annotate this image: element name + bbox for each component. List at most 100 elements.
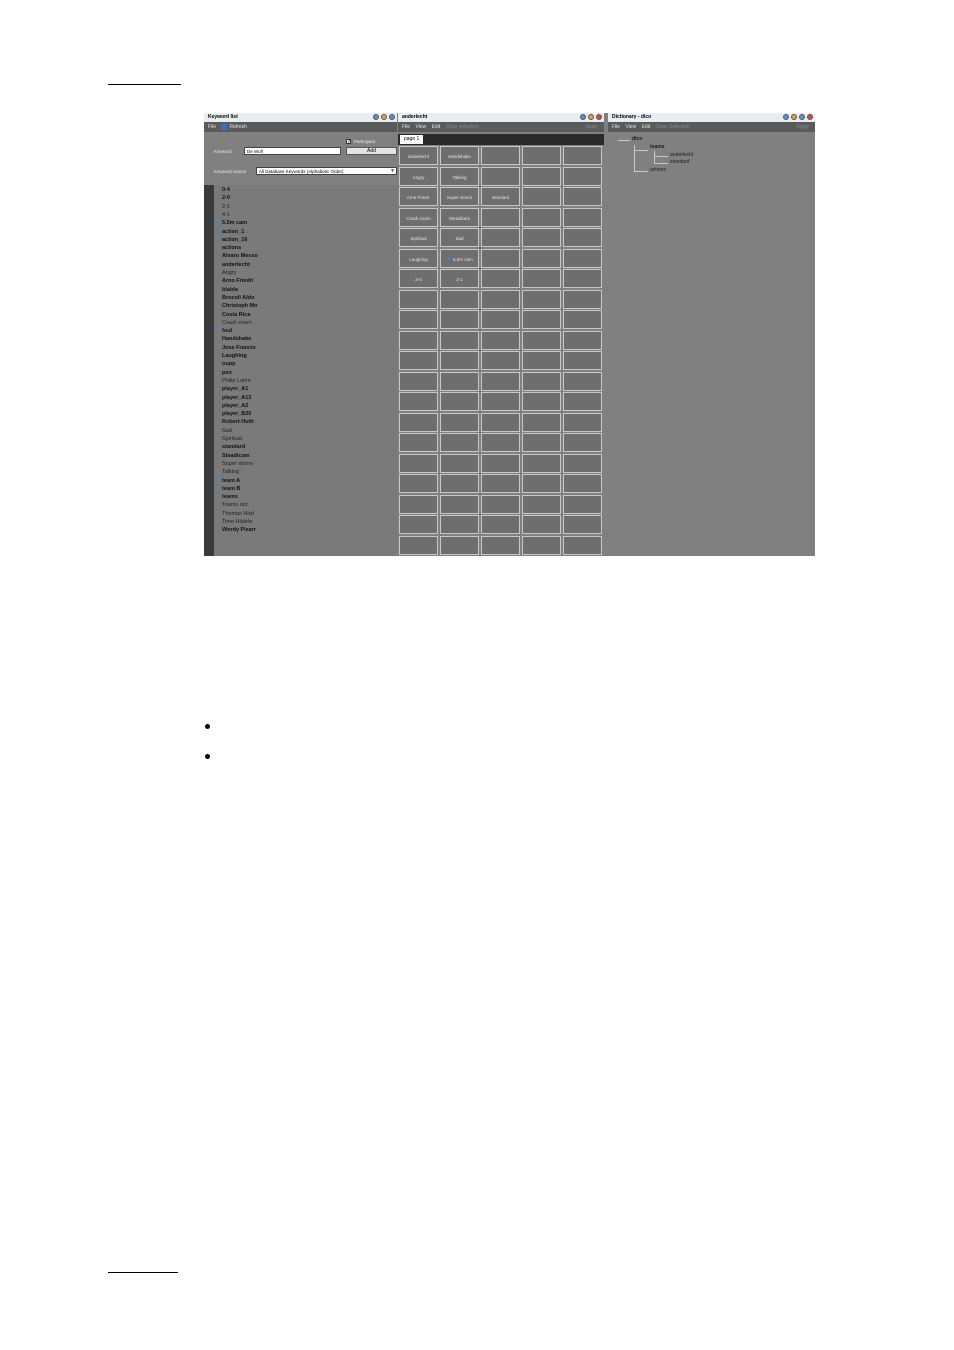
- grid-cell[interactable]: [481, 535, 520, 555]
- grid-cell[interactable]: [522, 392, 561, 411]
- grid-cell[interactable]: [440, 351, 479, 370]
- menu-file[interactable]: File: [402, 124, 410, 130]
- grid-cell[interactable]: [563, 187, 602, 206]
- keyword-item[interactable]: action_1: [222, 228, 244, 236]
- grid-cell[interactable]: [563, 166, 602, 186]
- grid-cell[interactable]: Handshake: [440, 146, 479, 165]
- grid-cell[interactable]: [399, 310, 438, 329]
- grid-cell[interactable]: [440, 433, 479, 452]
- keyword-item[interactable]: action_16: [222, 236, 247, 244]
- keyword-item[interactable]: Wordy Pizarr: [222, 526, 256, 534]
- grid-cell[interactable]: [481, 392, 520, 411]
- minimize-icon[interactable]: [381, 114, 387, 120]
- grid-cell[interactable]: [440, 474, 479, 493]
- grid-cell[interactable]: 2-0: [399, 269, 438, 288]
- menu-clear-selection[interactable]: Clear Selection: [656, 124, 690, 130]
- grid-cell[interactable]: [563, 474, 602, 493]
- grid-cell[interactable]: [522, 207, 561, 227]
- menu-view[interactable]: View: [415, 124, 426, 130]
- grid-cell[interactable]: [563, 412, 602, 432]
- tab-page-1[interactable]: page 1: [400, 135, 424, 144]
- menu-refresh[interactable]: Refresh: [229, 124, 247, 130]
- chevron-down-icon[interactable]: ▼: [390, 168, 395, 175]
- grid-cell[interactable]: [563, 146, 602, 165]
- grid-cell[interactable]: [440, 371, 479, 391]
- keyword-item[interactable]: Steadicam: [222, 452, 250, 460]
- grid-cell[interactable]: [481, 433, 520, 452]
- grid-cell[interactable]: [481, 166, 520, 186]
- keyword-item[interactable]: Sad: [222, 427, 232, 435]
- grid-cell[interactable]: [481, 207, 520, 227]
- grid-cell[interactable]: [522, 433, 561, 452]
- grid-cell[interactable]: Super slomo: [440, 187, 479, 206]
- add-button[interactable]: Add: [346, 147, 397, 155]
- grid-cell[interactable]: [563, 351, 602, 370]
- tree-node-standard[interactable]: standard: [670, 159, 689, 165]
- keyword-item[interactable]: Brocoli Aldo: [222, 294, 255, 302]
- grid-cell[interactable]: [440, 412, 479, 432]
- menu-clear-selection[interactable]: Clear selection: [446, 124, 479, 130]
- grid-cell[interactable]: [481, 474, 520, 493]
- grid-cell[interactable]: [563, 207, 602, 227]
- grid-cell[interactable]: [440, 453, 479, 473]
- keyword-item[interactable]: foul: [222, 327, 232, 335]
- menu-edit[interactable]: Edit: [642, 124, 651, 130]
- grid-cell[interactable]: [481, 371, 520, 391]
- grid-cell[interactable]: anderlecht: [399, 146, 438, 165]
- restore-icon[interactable]: [799, 114, 805, 120]
- grid-cell[interactable]: [563, 289, 602, 309]
- grid-cell[interactable]: [522, 535, 561, 555]
- keyword-item[interactable]: Teams out: [222, 501, 247, 509]
- menu-edit[interactable]: Edit: [432, 124, 441, 130]
- keyword-item[interactable]: team B: [222, 485, 240, 493]
- grid-cell[interactable]: Angry: [399, 166, 438, 186]
- keyword-item[interactable]: pen: [222, 369, 232, 377]
- keyword-item[interactable]: 4-1: [222, 211, 230, 219]
- close-icon[interactable]: [807, 114, 813, 120]
- keyword-item[interactable]: Christoph Mo: [222, 302, 257, 310]
- keyword-item[interactable]: 0-4: [222, 186, 230, 194]
- keyword-item[interactable]: Philip Lahm: [222, 377, 251, 385]
- grid-cell[interactable]: [440, 310, 479, 329]
- grid-cell[interactable]: [522, 330, 561, 350]
- grid-cell[interactable]: [522, 289, 561, 309]
- grid-cell[interactable]: [440, 330, 479, 350]
- grid-cell[interactable]: ✦ 5.5m cam: [440, 248, 479, 268]
- grid-cell[interactable]: Spiritual: [399, 228, 438, 247]
- tree-node-actions[interactable]: actions: [650, 167, 666, 173]
- grid-cell[interactable]: [481, 351, 520, 370]
- grid-cell[interactable]: [522, 371, 561, 391]
- grid-cell[interactable]: [481, 228, 520, 247]
- grid-cell[interactable]: [563, 392, 602, 411]
- keyword-item[interactable]: Alvaro Messo: [222, 252, 258, 260]
- grid-cell[interactable]: [563, 453, 602, 473]
- grid-cell[interactable]: [563, 310, 602, 329]
- grid-cell[interactable]: [399, 412, 438, 432]
- keyword-item[interactable]: Jose Francis: [222, 344, 256, 352]
- help-icon[interactable]: [580, 114, 586, 120]
- grid-cell[interactable]: [563, 228, 602, 247]
- grid-cell[interactable]: [563, 494, 602, 514]
- grid-cell[interactable]: [440, 392, 479, 411]
- grid-cell[interactable]: [481, 146, 520, 165]
- keyword-source-select[interactable]: All Database Keywords (Alphabetic Order)…: [256, 167, 397, 175]
- grid-cell[interactable]: [522, 453, 561, 473]
- grid-cell[interactable]: [522, 228, 561, 247]
- tree-node-dico[interactable]: dico: [632, 136, 642, 142]
- grid-cell[interactable]: [481, 515, 520, 534]
- menu-apply[interactable]: Apply: [796, 122, 809, 132]
- menu-file[interactable]: File: [208, 124, 216, 130]
- grid-cell[interactable]: standard: [481, 187, 520, 206]
- keyword-item[interactable]: Arno Friedri: [222, 277, 253, 285]
- keyword-item[interactable]: 2-0: [222, 194, 230, 202]
- menu-view[interactable]: View: [625, 124, 636, 130]
- keyword-item[interactable]: anderlecht: [222, 261, 250, 269]
- grid-cell[interactable]: [563, 248, 602, 268]
- grid-cell[interactable]: [522, 269, 561, 288]
- menu-file[interactable]: File: [612, 124, 620, 130]
- minimize-icon[interactable]: [791, 114, 797, 120]
- grid-cell[interactable]: [399, 535, 438, 555]
- keyword-item[interactable]: blabla: [222, 286, 238, 294]
- grid-cell[interactable]: [440, 289, 479, 309]
- keyword-item[interactable]: Costa Rica: [222, 311, 250, 319]
